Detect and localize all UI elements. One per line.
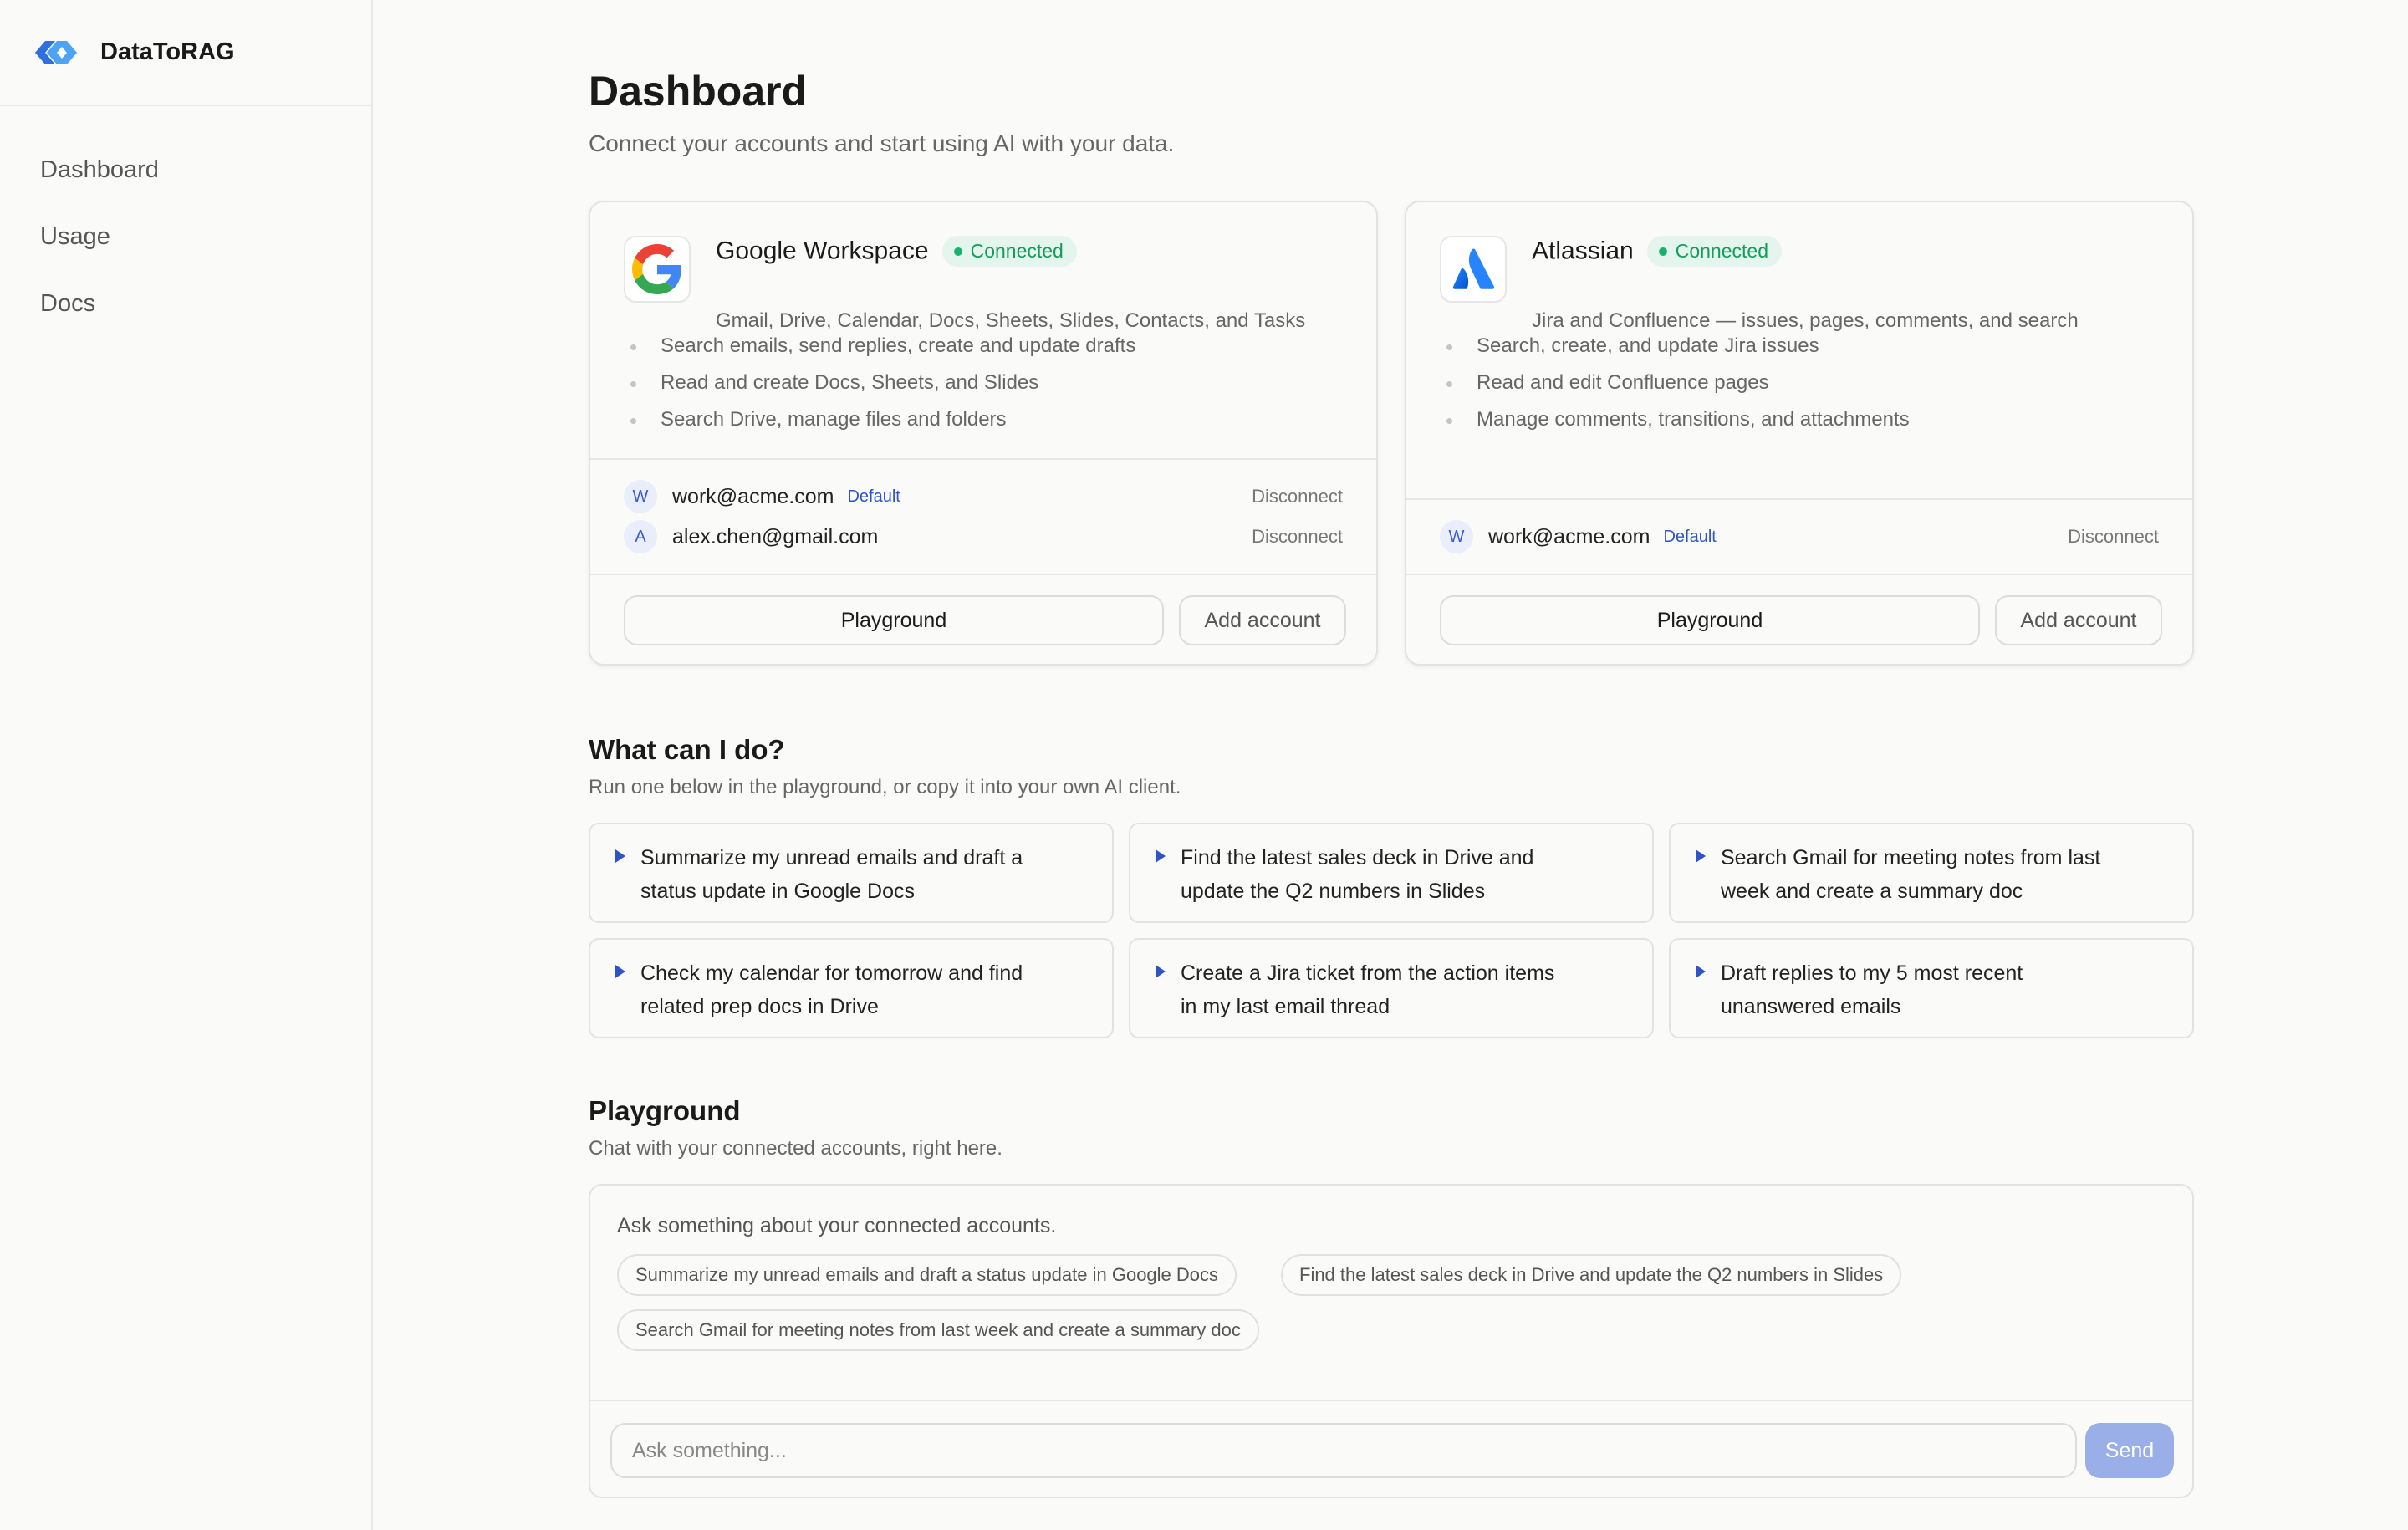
prompt-line: Find the latest sales deck in Drive and: [1181, 846, 1534, 870]
page-subtitle: Connect your accounts and start using AI…: [589, 130, 1175, 156]
play-triangle-icon: [615, 965, 625, 978]
default-badge: Default: [847, 487, 900, 506]
disconnect-button[interactable]: Disconnect: [1252, 526, 1343, 548]
atlassian-card: Atlassian Connected Jira and Confluence —…: [1405, 201, 2194, 666]
prompt-line: Draft replies to my 5 most recent: [1721, 961, 2023, 985]
add-account-button[interactable]: Add account: [1179, 595, 1346, 645]
prompt-line: in my last email thread: [1181, 995, 1390, 1018]
card-header: Google Workspace Connected Gmail, Drive, …: [624, 236, 1343, 332]
prompt-line: Search Gmail for meeting notes from last: [1721, 846, 2101, 870]
account-row: A alex.chen@gmail.com Disconnect: [624, 520, 1343, 553]
list-item: Read and edit Confluence pages: [1446, 365, 1910, 401]
playground-button[interactable]: Playground: [624, 595, 1164, 645]
prompt-card[interactable]: Draft replies to my 5 most recent unansw…: [1669, 938, 2194, 1038]
send-button[interactable]: Send: [2085, 1423, 2174, 1478]
playground-button[interactable]: Playground: [1440, 595, 1980, 645]
prompt-line: week and create a summary doc: [1721, 880, 2023, 903]
sidebar: DataToRAG Dashboard Usage Docs: [0, 0, 373, 1530]
atlassian-logo-icon: [1440, 236, 1507, 303]
playground-subtitle: Chat with your connected accounts, right…: [589, 1137, 1002, 1160]
sidebar-item-docs[interactable]: Docs: [0, 280, 371, 347]
list-item: Search, create, and update Jira issues: [1446, 328, 1910, 365]
google-workspace-card: Google Workspace Connected Gmail, Drive, …: [589, 201, 1378, 666]
prompt-line: update the Q2 numbers in Slides: [1181, 880, 1486, 903]
playground-chat: Ask something about your connected accou…: [589, 1184, 2194, 1498]
service-title: Atlassian Connected: [1532, 236, 1782, 267]
playground-title: Playground: [589, 1095, 741, 1126]
account-email: work@acme.com: [1488, 524, 1650, 548]
divider: [1406, 498, 2192, 500]
google-g-logo-icon: [624, 236, 691, 303]
prompt-card[interactable]: Summarize my unread emails and draft a s…: [589, 823, 1114, 923]
list-item: Search emails, send replies, create and …: [630, 328, 1135, 365]
status-label: Connected: [970, 240, 1064, 262]
disconnect-button[interactable]: Disconnect: [2068, 526, 2159, 548]
prompt-line: Create a Jira ticket from the action ite…: [1181, 961, 1555, 985]
account-row: W work@acme.com Default Disconnect: [1440, 520, 2159, 553]
status-dot-icon: [1658, 247, 1667, 256]
divider: [590, 458, 1376, 460]
feature-list: Search, create, and update Jira issues R…: [1446, 328, 1910, 438]
ask-input[interactable]: [610, 1423, 2077, 1478]
what-can-i-do-title: What can I do?: [589, 734, 785, 765]
play-triangle-icon: [615, 849, 625, 863]
sidebar-nav: Dashboard Usage Docs: [0, 106, 371, 347]
list-item: Search Drive, manage files and folders: [630, 401, 1135, 438]
account-row: W work@acme.com Default Disconnect: [624, 480, 1343, 513]
list-item: Read and create Docs, Sheets, and Slides: [630, 365, 1135, 401]
account-email: work@acme.com: [672, 484, 834, 508]
default-badge: Default: [1663, 527, 1717, 546]
service-name: Google Workspace: [716, 237, 929, 265]
status-badge: Connected: [1646, 236, 1782, 267]
service-name: Atlassian: [1532, 237, 1634, 265]
add-account-button[interactable]: Add account: [1995, 595, 2162, 645]
play-triangle-icon: [1696, 965, 1706, 978]
sidebar-item-dashboard[interactable]: Dashboard: [0, 146, 371, 213]
brand-header: DataToRAG: [0, 0, 371, 106]
suggestion-chip[interactable]: Summarize my unread emails and draft a s…: [617, 1254, 1237, 1296]
page-title: Dashboard: [589, 68, 808, 115]
prompt-card[interactable]: Search Gmail for meeting notes from last…: [1669, 823, 2194, 923]
account-email: alex.chen@gmail.com: [672, 524, 879, 548]
status-dot-icon: [953, 247, 962, 256]
prompt-line: related prep docs in Drive: [640, 995, 879, 1018]
prompt-card[interactable]: Create a Jira ticket from the action ite…: [1129, 938, 1654, 1038]
service-title: Google Workspace Connected: [716, 236, 1077, 267]
suggestion-chip[interactable]: Find the latest sales deck in Drive and …: [1281, 1254, 1902, 1296]
divider: [1406, 574, 2192, 575]
avatar: W: [1440, 520, 1473, 553]
prompt-card[interactable]: Check my calendar for tomorrow and find …: [589, 938, 1114, 1038]
datatorag-logo-icon: [35, 40, 77, 64]
divider: [590, 574, 1376, 575]
status-badge: Connected: [941, 236, 1077, 267]
disconnect-button[interactable]: Disconnect: [1252, 486, 1343, 507]
divider: [590, 1400, 2192, 1401]
suggestion-chip[interactable]: Search Gmail for meeting notes from last…: [617, 1309, 1259, 1351]
status-label: Connected: [1675, 240, 1768, 262]
play-triangle-icon: [1696, 849, 1706, 863]
play-triangle-icon: [1156, 965, 1166, 978]
list-item: Manage comments, transitions, and attach…: [1446, 401, 1910, 438]
prompt-line: unanswered emails: [1721, 995, 1901, 1018]
play-triangle-icon: [1156, 849, 1166, 863]
what-can-i-do-subtitle: Run one below in the playground, or copy…: [589, 776, 1181, 798]
brand-name: DataToRAG: [100, 38, 235, 65]
feature-list: Search emails, send replies, create and …: [630, 328, 1135, 438]
sidebar-item-usage[interactable]: Usage: [0, 213, 371, 280]
prompt-line: Check my calendar for tomorrow and find: [640, 961, 1023, 985]
prompt-line: Summarize my unread emails and draft a: [640, 846, 1023, 870]
avatar: A: [624, 520, 657, 553]
avatar: W: [624, 480, 657, 513]
card-header: Atlassian Connected Jira and Confluence —…: [1440, 236, 2159, 332]
playground-hint: Ask something about your connected accou…: [617, 1214, 1057, 1237]
prompt-card[interactable]: Find the latest sales deck in Drive and …: [1129, 823, 1654, 923]
prompt-line: status update in Google Docs: [640, 880, 915, 903]
